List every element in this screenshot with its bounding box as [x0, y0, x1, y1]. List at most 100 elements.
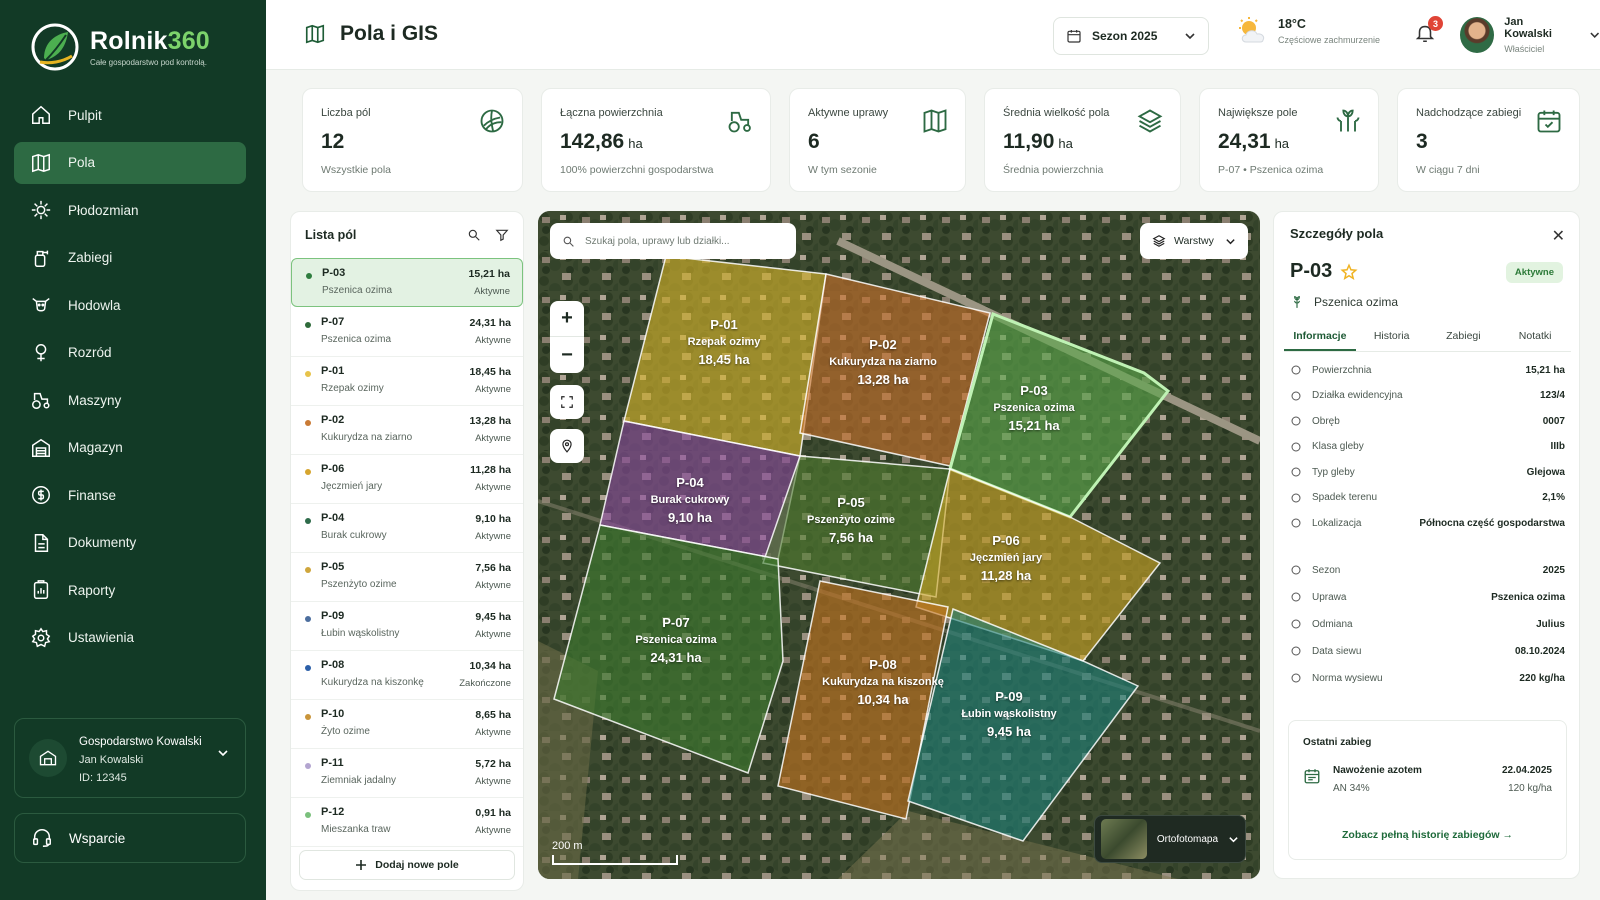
nav-item-maszyny[interactable]: Maszyny: [14, 379, 246, 421]
nav-item-rozrod[interactable]: Rozród: [14, 332, 246, 374]
field-list-item[interactable]: P-08 Kukurydza na kiszonkę 10,34 ha Zakończ…: [291, 651, 523, 700]
map-field-id: P-06: [992, 533, 1020, 548]
tab-informacje[interactable]: Informacje: [1284, 318, 1356, 351]
field-list-item[interactable]: P-05 Pszenżyto ozime 7,56 ha Aktywne: [291, 553, 523, 602]
nav-item-dokumenty[interactable]: Dokumenty: [14, 522, 246, 564]
field-list-item[interactable]: P-04 Burak cukrowy 9,10 ha Aktywne: [291, 504, 523, 553]
main-nav: Pulpit Pola Płodozmian Zabiegi Hodowla R…: [14, 94, 246, 664]
field-list-item[interactable]: P-02 Kukurydza na ziarno 13,28 ha Aktywne: [291, 406, 523, 455]
field-area: 8,65 ha: [475, 709, 511, 721]
info-label: Powierzchnia: [1312, 364, 1372, 376]
last-treatment-card: Ostatni zabieg Nawożenie azotem AN 34% 2…: [1288, 720, 1567, 860]
field-list-item[interactable]: P-12 Mieszanka traw 0,91 ha Aktywne: [291, 798, 523, 847]
tab-notatki[interactable]: Notatki: [1499, 318, 1571, 351]
info-value: IIIb: [1550, 441, 1565, 452]
field-list-title: Lista pól: [305, 228, 357, 242]
stat-value: 142,86: [560, 130, 625, 153]
soil-type-icon: [1291, 467, 1301, 477]
app-name-num: 360: [167, 27, 210, 55]
nav-item-ustawienia[interactable]: Ustawienia: [14, 617, 246, 659]
weather-widget[interactable]: 18°C Częściowe zachmurzenie: [1236, 16, 1380, 46]
field-list-item[interactable]: P-03 Pszenica ozima 15,21 ha Aktywne: [291, 258, 523, 307]
nav-label: Dokumenty: [68, 535, 137, 550]
notifications-button[interactable]: 3: [1414, 16, 1443, 47]
map-field-area: 10,34 ha: [857, 692, 909, 707]
field-list-item[interactable]: P-11 Ziemniak jadalny 5,72 ha Aktywne: [291, 749, 523, 798]
location-pin-icon: [562, 439, 572, 453]
nav-item-pulpit[interactable]: Pulpit: [14, 94, 246, 136]
map-field-crop: Pszenica ozima: [635, 634, 717, 646]
stat-card-total-area: Łączna powierzchnia 142,86 ha 100% powier…: [541, 88, 771, 192]
field-list-item[interactable]: P-10 Żyto ozime 8,65 ha Aktywne: [291, 700, 523, 749]
info-label: Sezon: [1312, 564, 1341, 576]
nav-item-magazyn[interactable]: Magazyn: [14, 427, 246, 469]
field-area: 15,21 ha: [468, 268, 510, 280]
wheat-icon: [1291, 592, 1301, 602]
basemap-select[interactable]: Ortofotomapa: [1094, 815, 1246, 863]
field-list-item[interactable]: P-06 Jęczmień jary 11,28 ha Aktywne: [291, 455, 523, 504]
tractor-icon: [728, 111, 751, 133]
info-value: Północna część gospodarstwa: [1419, 517, 1565, 529]
map-field-area: 24,31 ha: [650, 650, 702, 665]
crop-color-dot: [305, 322, 311, 328]
user-name: Jan Kowalski: [1504, 16, 1552, 40]
last-treatment-rate: 120 kg/ha: [1508, 783, 1552, 794]
field-list-item[interactable]: P-07 Pszenica ozima 24,31 ha Aktywne: [291, 308, 523, 357]
info-label: Norma wysiewu: [1312, 672, 1383, 684]
nav-item-pola[interactable]: Pola: [14, 141, 246, 184]
field-status: Aktywne: [475, 727, 511, 738]
field-list: P-03 Pszenica ozima 15,21 ha Aktywne P-07 Psz…: [291, 258, 523, 847]
soil-class-icon: [1291, 442, 1301, 451]
support-button[interactable]: Wsparcie: [14, 813, 246, 863]
tab-zabiegi[interactable]: Zabiegi: [1428, 318, 1500, 351]
star-icon[interactable]: [1340, 262, 1358, 281]
info-value: 08.10.2024: [1514, 645, 1565, 657]
crop-color-dot: [305, 812, 311, 818]
nav-item-finanse[interactable]: Finanse: [14, 474, 246, 516]
nav-item-hodowla[interactable]: Hodowla: [14, 284, 246, 326]
field-map-label: P-09 Łubin wąskolistny 9,45 ha: [961, 689, 1056, 739]
field-map-label: P-03 Pszenica ozima 15,21 ha: [993, 383, 1074, 433]
tab-historia[interactable]: Historia: [1356, 318, 1428, 351]
zoom-out-button[interactable]: −: [550, 337, 584, 373]
field-status: Aktywne: [475, 482, 511, 493]
field-icon: [480, 109, 504, 133]
filter-icon[interactable]: [495, 228, 509, 242]
stat-value: 3: [1416, 130, 1428, 153]
fullscreen-button[interactable]: [550, 385, 584, 419]
weather-desc: Częściowe zachmurzenie: [1278, 35, 1381, 45]
map-field-area: 9,10 ha: [667, 510, 713, 525]
zoom-controls: + −: [550, 301, 584, 373]
field-area: 9,45 ha: [475, 611, 511, 623]
field-list-item[interactable]: P-09 Łubin wąskolistny 9,45 ha Aktywne: [291, 602, 523, 651]
farm-switcher[interactable]: Gospodarstwo Kowalski Jan Kowalski ID: 1…: [14, 718, 246, 798]
layers-button[interactable]: Warstwy: [1140, 223, 1248, 259]
info-label: Spadek terenu: [1312, 492, 1378, 503]
season-select[interactable]: Sezon 2025: [1053, 17, 1209, 55]
chevron-down-icon: [1185, 33, 1195, 40]
search-icon[interactable]: [467, 228, 481, 242]
map-search-input[interactable]: Szukaj pola, uprawy lub działki...: [550, 223, 796, 259]
field-list-item[interactable]: P-01 Rzepak ozimy 18,45 ha Aktywne: [291, 357, 523, 406]
farm-id: ID: 12345: [79, 772, 127, 784]
stat-sub: 100% powierzchni gospodarstwa: [560, 164, 714, 176]
treatment-history-link[interactable]: Zobacz pełną historię zabiegów →: [1289, 829, 1566, 841]
user-menu[interactable]: Jan Kowalski Właściciel: [1460, 16, 1600, 54]
add-field-button[interactable]: Dodaj nowe pole: [299, 850, 515, 880]
info-row: Data siewu 08.10.2024: [1290, 645, 1565, 657]
close-icon[interactable]: ✕: [1552, 226, 1565, 246]
field-map-label: P-06 Jęczmień jary 11,28 ha: [970, 533, 1042, 583]
stat-value: 24,31: [1218, 130, 1271, 153]
app-logo[interactable]: Rolnik360 Całe gospodarstwo pod kontrolą…: [30, 22, 210, 72]
last-treatment-title: Ostatni zabieg: [1303, 737, 1372, 748]
nav-item-plodozmian[interactable]: Płodozmian: [14, 189, 246, 231]
nav-item-zabiegi[interactable]: Zabiegi: [14, 237, 246, 279]
stat-unit: ha: [628, 136, 643, 151]
info-label: Uprawa: [1312, 591, 1347, 603]
field-map[interactable]: P-01 Rzepak ozimy 18,45 ha P-02 Kukurydza na…: [538, 211, 1260, 879]
field-list-panel: Lista pól P-03 Pszenica ozima 15,21 ha Akty…: [290, 211, 524, 891]
zoom-in-button[interactable]: +: [550, 301, 584, 337]
nav-item-raporty[interactable]: Raporty: [14, 569, 246, 611]
locate-button[interactable]: [550, 429, 584, 463]
page-title: Pola i GIS: [340, 22, 439, 45]
